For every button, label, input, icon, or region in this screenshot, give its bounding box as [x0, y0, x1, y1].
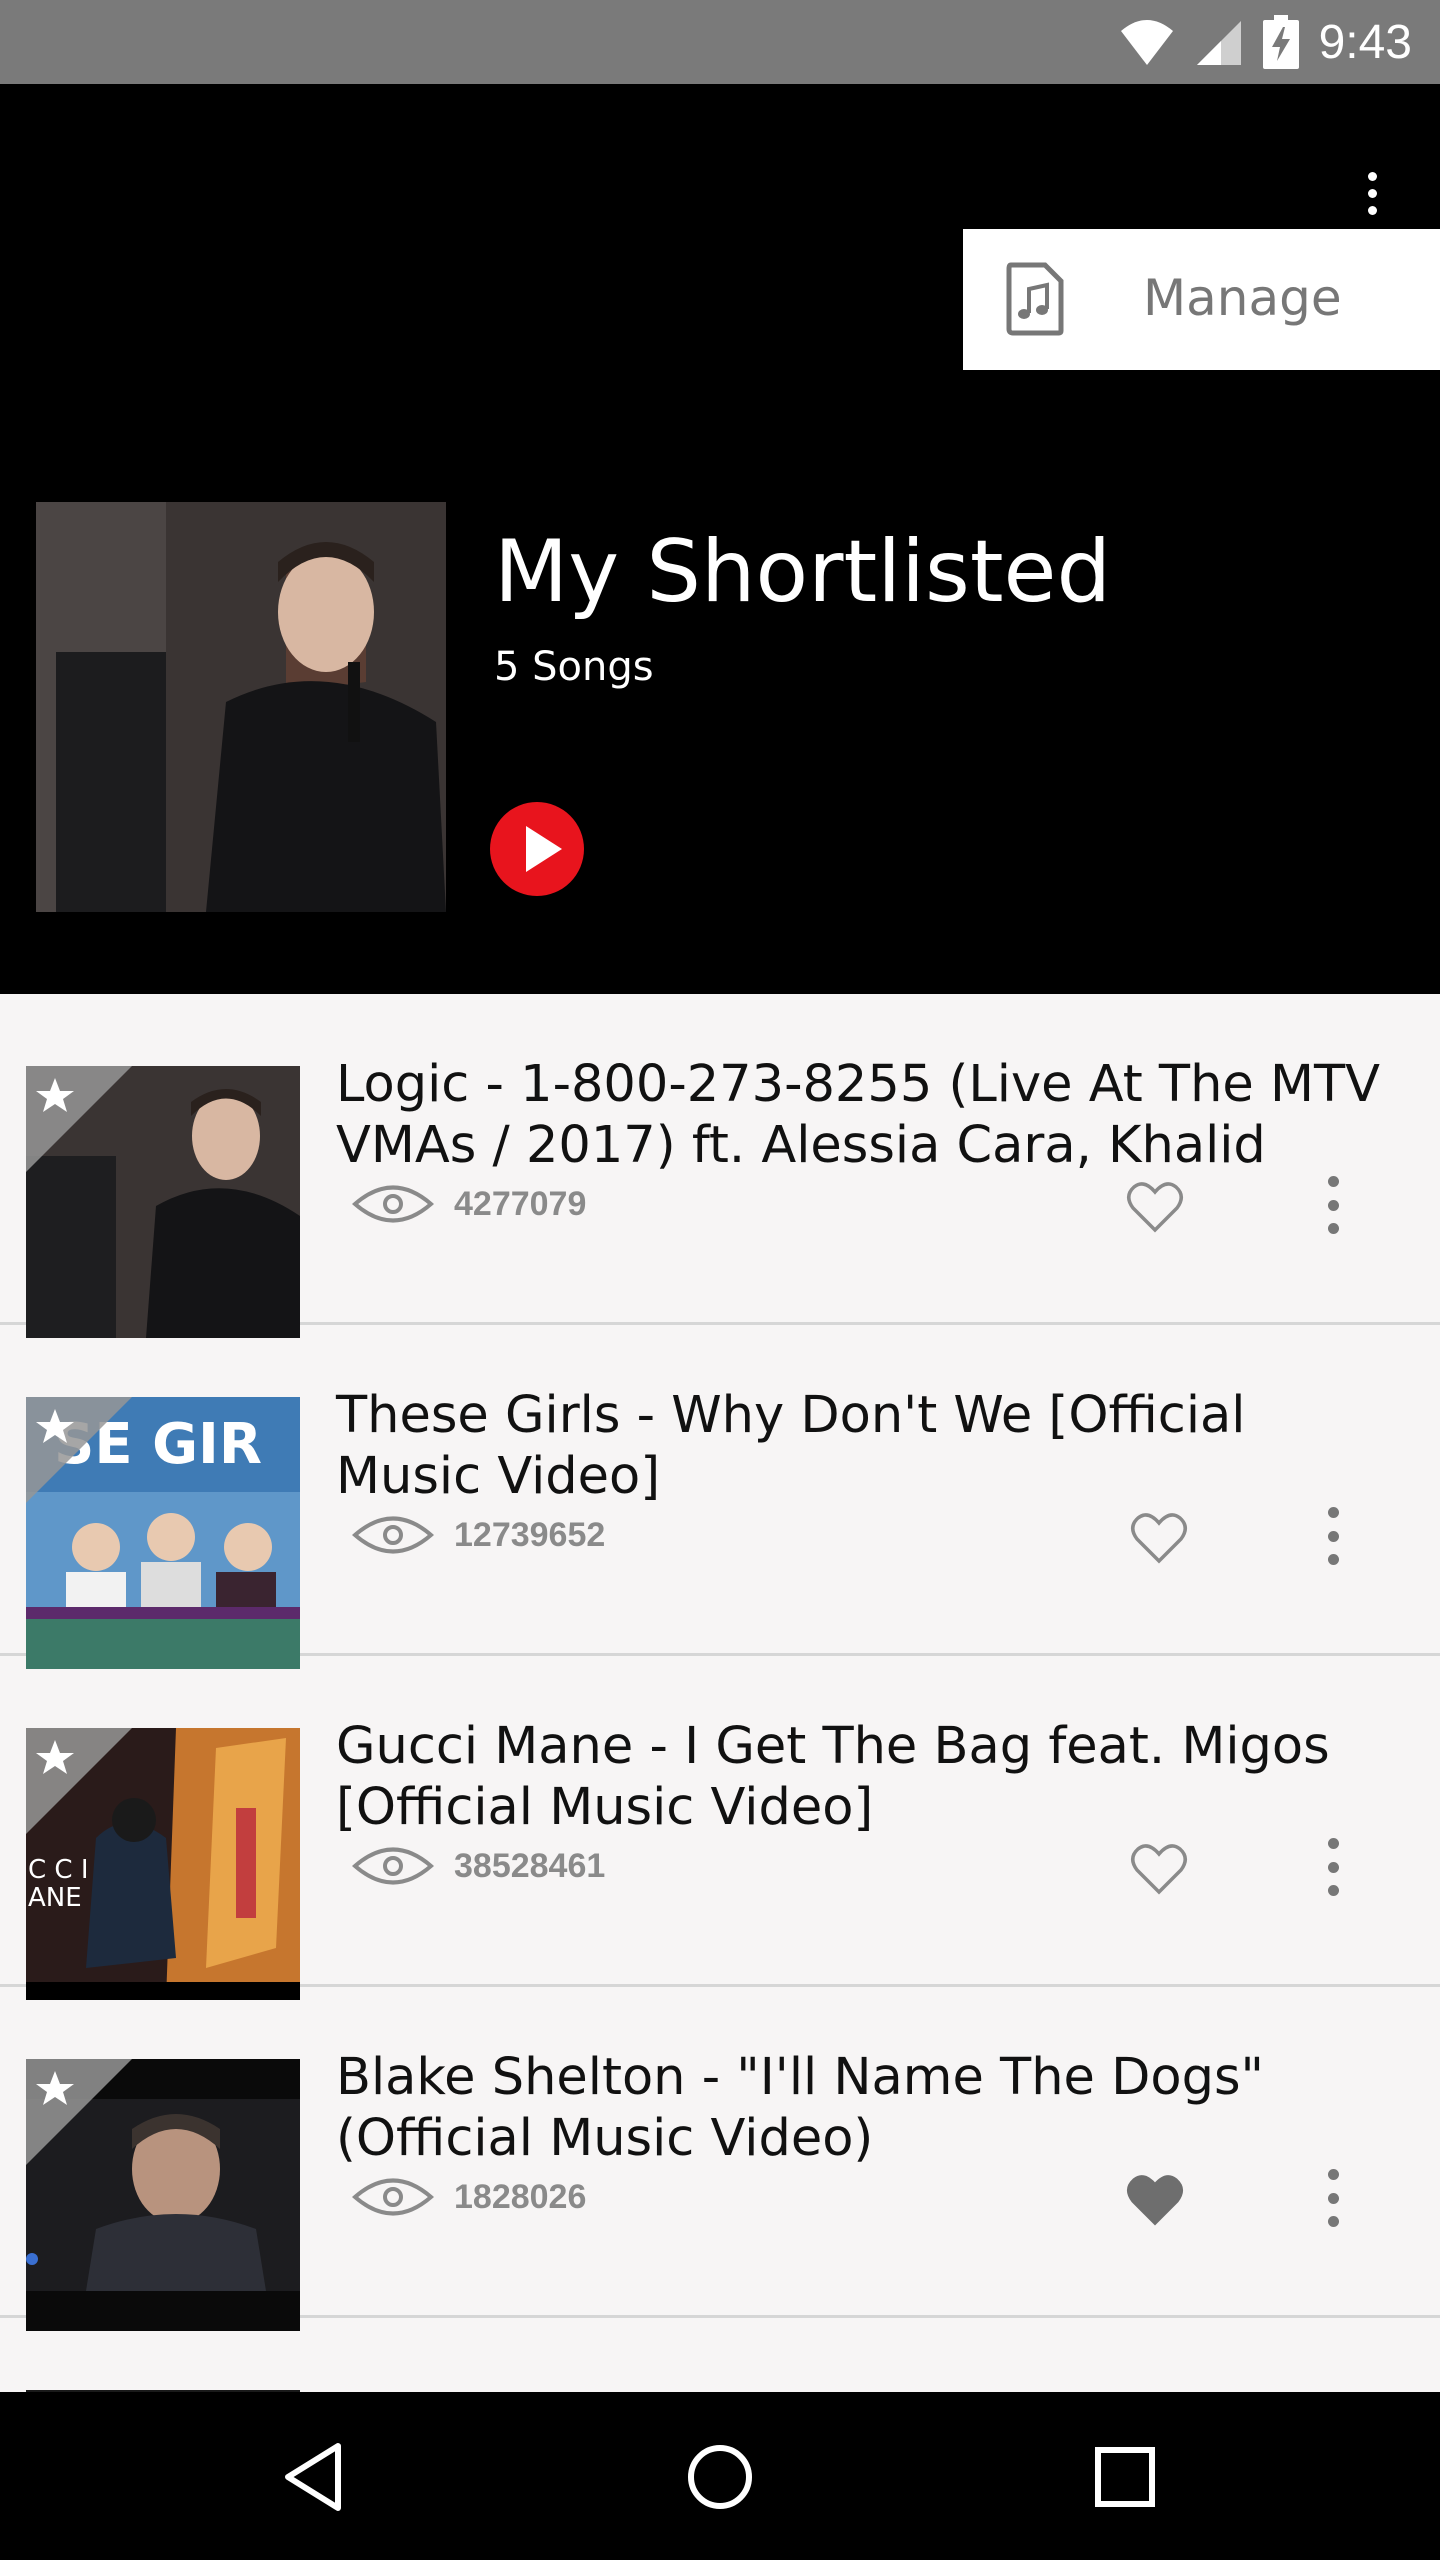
- song-row[interactable]: C C I ANE Gucci Mane - I Get The Bag fea…: [0, 1656, 1440, 2000]
- eye-icon: [352, 1185, 434, 1223]
- song-row[interactable]: Blake Shelton - "I'll Name The Dogs" (Of…: [0, 1987, 1440, 2331]
- wifi-icon: [1120, 20, 1173, 65]
- heart-filled-icon[interactable]: [1126, 2173, 1184, 2227]
- cell-signal-icon: [1196, 21, 1241, 65]
- playlist-song-count: 5 Songs: [494, 644, 654, 690]
- recents-icon[interactable]: [1080, 2432, 1170, 2522]
- status-icons: 9:43: [1119, 12, 1412, 72]
- home-icon[interactable]: [675, 2432, 765, 2522]
- music-file-icon: [1006, 262, 1064, 336]
- song-row[interactable]: SE GIR These Girls - Why Don't We [Offic…: [0, 1325, 1440, 1669]
- song-title[interactable]: Logic - 1-800-273-8255 (Live At The MTV …: [336, 1054, 1396, 1176]
- back-icon[interactable]: [272, 2432, 362, 2522]
- song-thumbnail[interactable]: [26, 1066, 300, 1338]
- views-count-label: 38528461: [454, 1846, 606, 1885]
- thumbnail-text: C C I: [28, 1855, 89, 1885]
- view-count: 4277079: [352, 1179, 586, 1229]
- status-bar: 9:43: [0, 0, 1440, 84]
- view-count: 1828026: [352, 2172, 586, 2222]
- star-icon[interactable]: [26, 2059, 132, 2165]
- song-thumbnail[interactable]: SE GIR: [26, 1397, 300, 1669]
- song-thumbnail[interactable]: [26, 2059, 300, 2331]
- views-count-label: 12739652: [454, 1515, 606, 1554]
- song-thumbnail[interactable]: C C I ANE: [26, 1728, 300, 2000]
- play-button[interactable]: [490, 802, 584, 896]
- thumbnail-text: ANE: [28, 1883, 82, 1913]
- eye-icon: [352, 1516, 434, 1554]
- views-count-label: 4277079: [454, 1184, 587, 1223]
- star-icon[interactable]: [26, 1728, 132, 1834]
- menu-item-manage[interactable]: Manage: [1143, 269, 1342, 327]
- playlist-header: Manage My Shortlisted 5 Songs: [0, 84, 1440, 994]
- battery-charging-icon: [1262, 15, 1299, 69]
- views-count-label: 1828026: [454, 2177, 587, 2216]
- star-icon[interactable]: [26, 1397, 132, 1503]
- view-count: 38528461: [352, 1841, 605, 1891]
- star-icon[interactable]: [26, 1066, 132, 1172]
- more-options-icon[interactable]: [1318, 1507, 1348, 1565]
- song-title[interactable]: These Girls - Why Don't We [Official Mus…: [336, 1385, 1396, 1507]
- overflow-menu: Manage: [963, 229, 1440, 370]
- more-options-icon[interactable]: [1318, 1176, 1348, 1234]
- heart-outline-icon[interactable]: [1130, 1511, 1188, 1565]
- playlist-title: My Shortlisted: [494, 522, 1112, 622]
- view-count: 12739652: [352, 1510, 605, 1560]
- song-title[interactable]: Gucci Mane - I Get The Bag feat. Migos […: [336, 1716, 1396, 1838]
- system-nav-bar: [0, 2392, 1440, 2560]
- eye-icon: [352, 1847, 434, 1885]
- status-time: 9:43: [1318, 15, 1412, 69]
- more-vertical-icon[interactable]: [1344, 148, 1400, 238]
- heart-outline-icon[interactable]: [1130, 1842, 1188, 1896]
- song-row[interactable]: Logic - 1-800-273-8255 (Live At The MTV …: [0, 994, 1440, 1338]
- eye-icon: [352, 2178, 434, 2216]
- play-icon: [526, 826, 562, 872]
- song-title[interactable]: Blake Shelton - "I'll Name The Dogs" (Of…: [336, 2047, 1396, 2169]
- song-row[interactable]: [0, 2318, 1440, 2392]
- playlist-cover-image: [36, 502, 446, 912]
- more-options-icon[interactable]: [1318, 1838, 1348, 1896]
- song-list: Logic - 1-800-273-8255 (Live At The MTV …: [0, 994, 1440, 2392]
- more-options-icon[interactable]: [1318, 2169, 1348, 2227]
- heart-outline-icon[interactable]: [1126, 1180, 1184, 1234]
